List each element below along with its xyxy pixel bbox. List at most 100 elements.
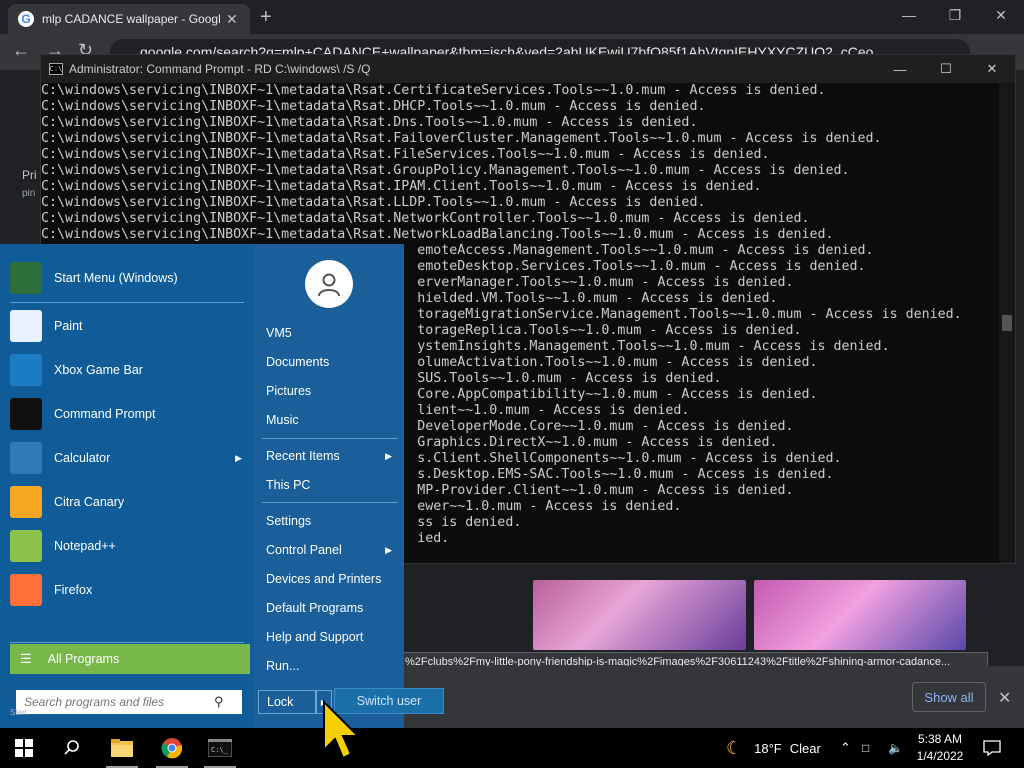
start-tooltip: Start <box>10 708 27 717</box>
cmd-output-line: C:\windows\servicing\INBOXF~1\metadata\R… <box>41 163 850 178</box>
places-item-documents[interactable]: Documents <box>262 349 398 375</box>
windows-start-button[interactable] <box>0 728 48 768</box>
start-menu: Start Menu (Windows) Paint Xbox Game Bar Co… <box>0 244 444 728</box>
cmd-output-line: C:\windows\servicing\INBOXF~1\metadata\R… <box>41 131 882 146</box>
command-prompt-taskbar-button[interactable]: C:\_ <box>196 728 244 768</box>
places-item-label: Documents <box>266 355 330 369</box>
all-programs-button[interactable]: ☰ All Programs <box>10 644 250 674</box>
cmd-output-line: C:\windows\servicing\INBOXF~1\metadata\R… <box>41 195 706 210</box>
taskbar-search-button[interactable] <box>48 728 96 768</box>
start-item-start-menu-windows[interactable]: Start Menu (Windows) <box>10 258 250 298</box>
chrome-tab-bar: G mlp CADANCE wallpaper - Google ✕ + — ❐… <box>0 0 1024 34</box>
command-prompt-icon <box>10 398 42 430</box>
user-icon <box>318 273 340 297</box>
search-box[interactable]: ⚲ <box>16 690 242 714</box>
places-item-recent-items[interactable]: Recent Items ▶ <box>262 443 398 469</box>
calculator-icon <box>10 442 42 474</box>
all-programs-label: All Programs <box>47 652 120 666</box>
places-item-help-and-support[interactable]: Help and Support <box>262 624 398 650</box>
search-icon[interactable]: ⚲ <box>214 694 224 710</box>
weather-text: Clear <box>789 740 821 756</box>
start-item-firefox[interactable]: Firefox <box>10 570 250 610</box>
places-item-label: Music <box>266 413 299 427</box>
close-icon[interactable]: ✕ <box>978 0 1024 30</box>
start-menu-icon <box>10 262 42 294</box>
places-item-settings[interactable]: Settings <box>262 508 398 534</box>
citra-canary-icon <box>10 486 42 518</box>
start-item-xbox-game-bar[interactable]: Xbox Game Bar <box>10 350 250 390</box>
places-item-devices-and-printers[interactable]: Devices and Printers <box>262 566 398 592</box>
tab-close-icon[interactable]: ✕ <box>226 11 238 28</box>
page-text: Pri <box>22 168 37 182</box>
folder-icon <box>111 739 133 757</box>
show-all-button[interactable]: Show all <box>912 682 986 712</box>
close-icon[interactable]: ✕ <box>969 55 1015 83</box>
start-item-citra-canary[interactable]: Citra Canary <box>10 482 250 522</box>
wallpaper-thumbnail[interactable] <box>533 580 746 650</box>
start-item-label: Command Prompt <box>54 407 156 421</box>
clock-time: 5:38 AM <box>917 732 963 746</box>
firefox-icon <box>10 574 42 606</box>
cmd-output-line: C:\windows\servicing\INBOXF~1\metadata\R… <box>41 211 810 226</box>
cmd-output-line: C:\windows\servicing\INBOXF~1\metadata\R… <box>41 99 706 114</box>
notepad-plus-plus-icon <box>10 530 42 562</box>
places-item-run[interactable]: Run... <box>262 653 398 679</box>
maximize-icon[interactable]: ☐ <box>923 55 969 83</box>
submenu-arrow-icon: ▶ <box>385 544 392 555</box>
weather-widget[interactable]: ☾ 18°F Clear <box>726 728 821 768</box>
minimize-icon[interactable]: — <box>886 0 932 30</box>
cmd-output-line: C:\windows\servicing\INBOXF~1\metadata\R… <box>41 115 698 130</box>
start-item-notepad[interactable]: Notepad++ <box>10 526 250 566</box>
clock[interactable]: 5:38 AM 1/4/2022 <box>912 731 968 765</box>
cmd-output-line: C:\windows\servicing\INBOXF~1\metadata\R… <box>41 179 762 194</box>
restore-icon[interactable]: ❐ <box>932 0 978 30</box>
places-item-label: Control Panel <box>266 543 342 557</box>
places-item-this-pc[interactable]: This PC <box>262 472 398 498</box>
places-item-label: Settings <box>266 514 312 528</box>
places-item-music[interactable]: Music <box>262 407 398 433</box>
browser-tab[interactable]: G mlp CADANCE wallpaper - Google ✕ <box>8 4 250 34</box>
taskbar: C:\_ ☾ 18°F Clear ⌃ □ 🔈 5:38 AM 1/4/2022 <box>0 728 1024 768</box>
submenu-arrow-icon: ▶ <box>235 452 242 463</box>
start-item-command-prompt[interactable]: Command Prompt <box>10 394 250 434</box>
places-item-vm5[interactable]: VM5 <box>262 320 398 346</box>
lock-button[interactable]: Lock <box>258 690 316 714</box>
paint-icon <box>10 310 42 342</box>
chevron-up-icon[interactable]: ⌃ <box>840 728 851 768</box>
search-input[interactable] <box>24 695 214 709</box>
start-item-label: Start Menu (Windows) <box>54 271 178 285</box>
back-icon[interactable]: ← <box>12 40 30 61</box>
network-icon[interactable]: □ <box>862 728 869 768</box>
cmd-output-line: C:\windows\servicing\INBOXF~1\metadata\R… <box>41 147 770 162</box>
chrome-taskbar-button[interactable] <box>148 728 196 768</box>
cmd-titlebar[interactable]: C:\ Administrator: Command Prompt - RD C… <box>41 55 1015 83</box>
divider <box>10 642 244 643</box>
weather-temp: 18°F <box>754 740 782 756</box>
downloads-close-icon[interactable]: ✕ <box>998 688 1011 708</box>
new-tab-button[interactable]: + <box>260 6 272 29</box>
google-icon: G <box>18 11 34 27</box>
places-item-label: VM5 <box>266 326 292 340</box>
places-item-label: Default Programs <box>266 601 364 615</box>
scrollbar-thumb[interactable] <box>1002 315 1012 331</box>
cmd-output-line: C:\windows\servicing\INBOXF~1\metadata\R… <box>41 83 826 98</box>
minimize-icon[interactable]: — <box>877 55 923 83</box>
notifications-button[interactable] <box>968 728 1016 768</box>
cmd-scrollbar[interactable] <box>999 83 1015 563</box>
start-item-label: Paint <box>54 319 83 333</box>
svg-text:C:\_: C:\_ <box>211 746 229 754</box>
places-item-control-panel[interactable]: Control Panel ▶ <box>262 537 398 563</box>
places-item-pictures[interactable]: Pictures <box>262 378 398 404</box>
volume-muted-icon[interactable]: 🔈 <box>888 728 903 768</box>
chrome-icon <box>161 738 183 759</box>
start-item-calculator[interactable]: Calculator ▶ <box>10 438 250 478</box>
places-item-label: Recent Items <box>266 449 340 463</box>
browser-window-controls: — ❐ ✕ <box>886 0 1024 30</box>
notification-icon <box>983 740 1001 756</box>
start-item-paint[interactable]: Paint <box>10 306 250 346</box>
page-text: pin <box>22 188 36 199</box>
file-explorer-button[interactable] <box>98 728 146 768</box>
user-avatar[interactable] <box>305 260 353 308</box>
wallpaper-thumbnail[interactable] <box>754 580 966 650</box>
places-item-default-programs[interactable]: Default Programs <box>262 595 398 621</box>
